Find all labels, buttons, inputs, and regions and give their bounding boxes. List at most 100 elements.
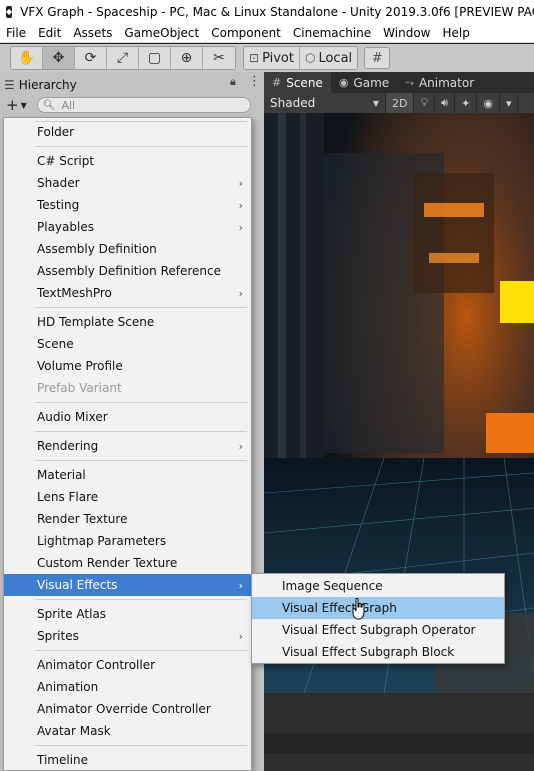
chevron-down-icon[interactable]: ▾ (500, 93, 519, 113)
menu-edit[interactable]: Edit (32, 23, 67, 43)
lock-icon[interactable]: 🔒︎ (230, 75, 236, 89)
menu-separator (4, 742, 251, 749)
main-toolbar: ✋ ✥ ⟳ ⤢ ▢ ⊕ ✂ ⊡ Pivot ⬡ Local # (0, 44, 534, 72)
move-tool-icon[interactable]: ✥ (43, 47, 75, 69)
search-placeholder: All (61, 98, 76, 112)
tab-game[interactable]: ◉ Game (331, 72, 397, 93)
menu-item-shader[interactable]: Shader › (4, 172, 251, 194)
menu-item-assembly-definition-reference[interactable]: Assembly Definition Reference (4, 260, 251, 282)
lower-panel-header (264, 733, 534, 753)
chevron-right-icon: › (238, 177, 243, 190)
menu-separator (4, 596, 251, 603)
pivot-button[interactable]: ⊡ Pivot (244, 47, 300, 69)
menu-separator (4, 143, 251, 150)
grid-icon: # (272, 76, 282, 89)
menu-item-rendering[interactable]: Rendering › (4, 435, 251, 457)
tab-game-label: Game (353, 75, 390, 90)
pivot-label: Pivot (262, 50, 294, 66)
menu-item-lens-flare[interactable]: Lens Flare (4, 486, 251, 508)
menu-window[interactable]: Window (377, 23, 436, 43)
visual-effects-submenu: Image Sequence Visual Effect Graph Visua… (251, 573, 505, 664)
lighting-icon[interactable]: 💡︎ (414, 93, 436, 113)
local-button[interactable]: ⬡ Local (299, 47, 358, 69)
search-icon: 🔍︎ (42, 99, 56, 111)
menu-separator (4, 647, 251, 654)
menu-item-avatar-mask[interactable]: Avatar Mask (4, 720, 251, 742)
unity-icon: ◆ (6, 5, 13, 18)
search-input[interactable]: 🔍︎ All (36, 97, 251, 113)
tab-scene[interactable]: # Scene (264, 72, 331, 93)
scene-toolbar: Shaded ▼ 2D 💡︎ 🔊︎ ✦ ◉ ▾ (264, 93, 534, 113)
menu-item-animator-override-controller[interactable]: Animator Override Controller (4, 698, 251, 720)
menu-item-sprite-atlas[interactable]: Sprite Atlas (4, 603, 251, 625)
submenu-item-image-sequence[interactable]: Image Sequence (252, 575, 504, 597)
tab-animator-label: Animator (418, 75, 475, 90)
menu-file[interactable]: File (0, 23, 32, 43)
scale-tool-icon[interactable]: ⤢ (107, 47, 139, 69)
scene-tab-bar: # Scene ◉ Game ⤳ Animator (264, 72, 534, 93)
tab-animator[interactable]: ⤳ Animator (397, 72, 482, 93)
menu-item-sprites[interactable]: Sprites › (4, 625, 251, 647)
menu-separator (4, 399, 251, 406)
shading-mode-value: Shaded (270, 96, 316, 110)
chevron-right-icon: › (238, 579, 243, 592)
menu-cinemachine[interactable]: Cinemachine (287, 23, 377, 43)
menu-item-testing[interactable]: Testing › (4, 194, 251, 216)
lower-panel (264, 693, 534, 771)
gamepad-icon: ◉ (338, 76, 349, 89)
hand-tool-icon[interactable]: ✋ (11, 47, 43, 69)
rect-tool-icon[interactable]: ▢ (139, 47, 171, 69)
grid-snap-icon[interactable]: # (364, 47, 391, 69)
audio-icon[interactable]: 🔊︎ (435, 93, 456, 113)
menu-item-custom-render-texture[interactable]: Custom Render Texture (4, 552, 251, 574)
menu-separator (4, 428, 251, 435)
shading-mode-select[interactable]: Shaded ▼ (264, 93, 386, 113)
menu-item-lightmap-parameters[interactable]: Lightmap Parameters (4, 530, 251, 552)
menu-item-audio-mixer[interactable]: Audio Mixer (4, 406, 251, 428)
hierarchy-toolbar: + ▼ 🔍︎ All (0, 94, 264, 116)
menu-item-assembly-definition[interactable]: Assembly Definition (4, 238, 251, 260)
hierarchy-tab[interactable]: ☰ Hierarchy (4, 75, 260, 94)
custom-tool-icon[interactable]: ✂ (203, 47, 235, 69)
chevron-right-icon: › (238, 440, 243, 453)
create-button[interactable]: + (6, 96, 19, 114)
animator-icon: ⤳ (405, 75, 414, 89)
local-icon: ⬡ (304, 51, 316, 65)
menu-gameobject[interactable]: GameObject (118, 23, 205, 43)
menu-component[interactable]: Component (205, 23, 287, 43)
menu-item-material[interactable]: Material (4, 464, 251, 486)
menu-bar: File Edit Assets GameObject Component Ci… (0, 23, 534, 43)
menu-item-scene[interactable]: Scene (4, 333, 251, 355)
transform-tool-icon[interactable]: ⊕ (171, 47, 203, 69)
2d-toggle-button[interactable]: 2D (386, 93, 415, 113)
menu-assets[interactable]: Assets (67, 23, 118, 43)
menu-item-animation[interactable]: Animation (4, 676, 251, 698)
scene-panel: # Scene ◉ Game ⤳ Animator Shaded ▼ 2D 💡︎… (264, 72, 534, 771)
menu-item-timeline[interactable]: Timeline (4, 749, 251, 771)
menu-item-visual-effects[interactable]: Visual Effects › (4, 574, 251, 596)
submenu-item-visual-effect-subgraph-operator[interactable]: Visual Effect Subgraph Operator (252, 619, 504, 641)
menu-separator (4, 457, 251, 464)
mouse-cursor-icon (352, 598, 365, 620)
chevron-right-icon: › (238, 221, 243, 234)
menu-item-textmeshpro[interactable]: TextMeshPro › (4, 282, 251, 304)
chevron-down-icon[interactable]: ▼ (21, 101, 27, 110)
menu-item-csharp-script[interactable]: C# Script (4, 150, 251, 172)
menu-item-playables[interactable]: Playables › (4, 216, 251, 238)
menu-item-folder[interactable]: Folder (4, 121, 251, 143)
kebab-menu-icon[interactable]: ⋮ (248, 74, 261, 89)
menu-item-hd-template-scene[interactable]: HD Template Scene (4, 311, 251, 333)
menu-help[interactable]: Help (437, 23, 476, 43)
menu-item-prefab-variant: Prefab Variant (37, 381, 122, 395)
create-context-menu: Folder C# Script Shader › Testing › Playab… (3, 117, 252, 771)
window-title: VFX Graph - Spaceship - PC, Mac & Linux … (20, 4, 534, 19)
menu-item-volume-profile[interactable]: Volume Profile (4, 355, 251, 377)
submenu-item-visual-effect-subgraph-block[interactable]: Visual Effect Subgraph Block (252, 641, 504, 663)
visibility-icon[interactable]: ◉ (477, 93, 500, 113)
chevron-right-icon: › (238, 199, 243, 212)
menu-item-render-texture[interactable]: Render Texture (4, 508, 251, 530)
menu-item-animator-controller[interactable]: Animator Controller (4, 654, 251, 676)
effects-icon[interactable]: ✦ (455, 93, 478, 113)
submenu-item-visual-effect-graph[interactable]: Visual Effect Graph (252, 597, 504, 619)
rotate-tool-icon[interactable]: ⟳ (75, 47, 107, 69)
